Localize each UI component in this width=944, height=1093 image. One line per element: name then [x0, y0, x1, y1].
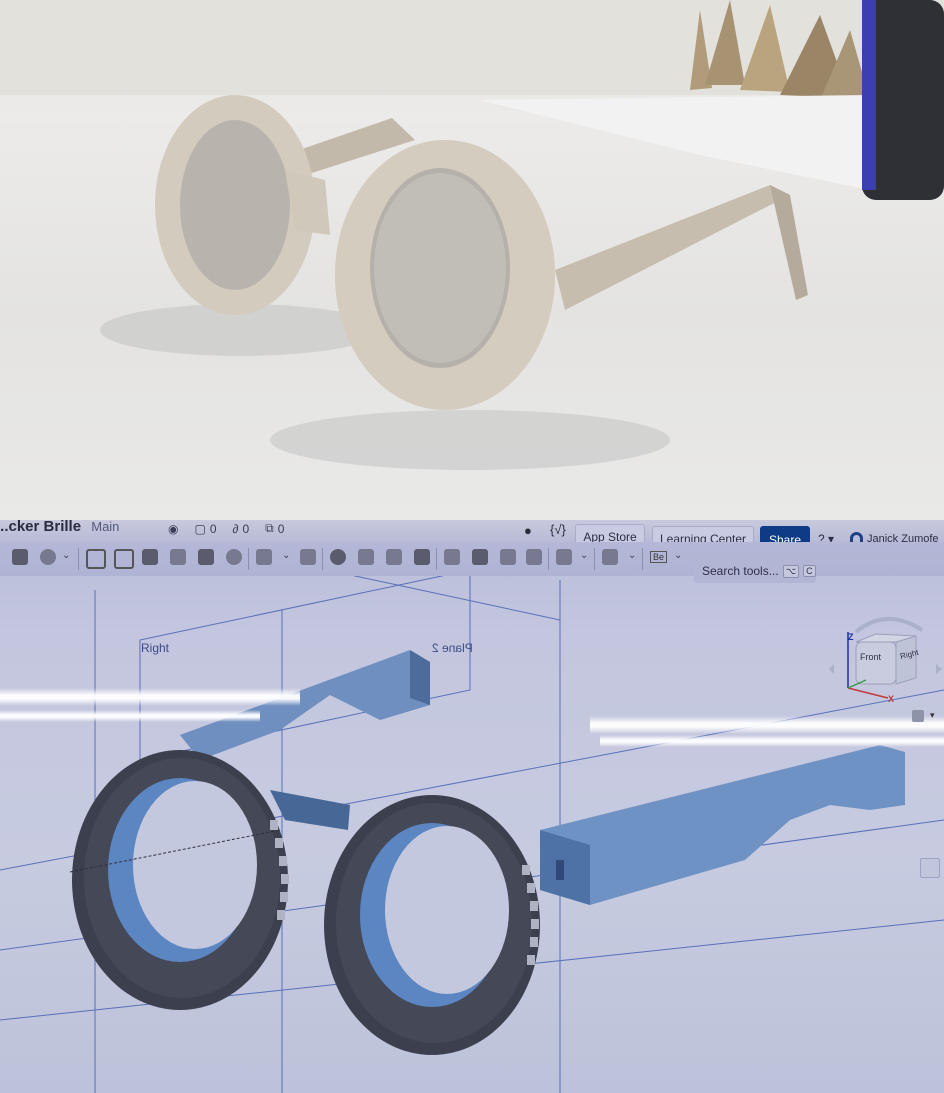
frame-tool-icon[interactable]	[602, 549, 618, 565]
counter-links[interactable]: ∂ 0	[233, 521, 250, 536]
shell-tool-icon[interactable]	[300, 549, 316, 565]
plane-label-right: Right	[141, 641, 170, 655]
plane-label-plane-2: Plane 2	[432, 641, 473, 655]
toolbar-divider	[248, 548, 249, 570]
mirror-tool-icon[interactable]	[472, 549, 488, 565]
arrow-left-icon[interactable]	[829, 664, 834, 674]
fillet-tool-icon[interactable]	[256, 549, 272, 565]
chevron-down-icon[interactable]: ⌄	[674, 550, 682, 561]
boolean-tool-icon[interactable]	[330, 549, 346, 565]
axis-x-label: X	[888, 694, 895, 704]
counter-value: 0	[242, 521, 250, 536]
left-rim-model	[69, 750, 288, 1010]
document-title-text: ...cker Brille	[0, 520, 82, 535]
photo-cardboard-glasses	[0, 0, 944, 520]
counter-eye[interactable]: ◉	[168, 521, 178, 536]
axis-z-label: Z	[848, 632, 854, 642]
sweep-tool-icon[interactable]	[142, 549, 158, 565]
document-counters: ◉ ▢ 0 ∂ 0 ⧉ 0	[168, 521, 284, 536]
chevron-down-icon[interactable]: ⌄	[580, 550, 588, 561]
transform-tool-icon[interactable]	[386, 549, 402, 565]
chevron-down-icon[interactable]: ⌄	[282, 550, 290, 561]
near-temple-model	[540, 745, 905, 905]
part-studio-tool-icon[interactable]	[40, 549, 56, 565]
thicken-tool-icon[interactable]	[198, 549, 214, 565]
eye-icon: ◉	[168, 521, 179, 536]
cad-viewport[interactable]	[0, 520, 944, 1093]
variables-button[interactable]: {√}	[550, 522, 566, 537]
revolve-tool-icon[interactable]	[114, 549, 134, 569]
pattern-tool-icon[interactable]	[444, 549, 460, 565]
rotate-arrow-icon[interactable]	[854, 617, 924, 634]
toolbar-divider	[642, 548, 643, 570]
screen-glare	[590, 716, 944, 734]
blue-container	[862, 0, 944, 200]
copy-icon: ⧉	[265, 521, 274, 535]
sheet-metal-tool-icon[interactable]	[556, 549, 572, 565]
shortcut-key: C	[803, 565, 816, 577]
be-app-icon[interactable]: Be	[650, 551, 668, 563]
right-rim-model	[324, 795, 540, 1055]
toolbar-divider	[322, 548, 323, 570]
chevron-down-icon[interactable]: ⌄	[628, 550, 636, 561]
photo-scene	[0, 0, 944, 470]
enclose-tool-icon[interactable]	[226, 549, 242, 565]
counter-value: 0	[277, 521, 285, 536]
delete-part-tool-icon[interactable]	[414, 549, 430, 565]
counter-copies[interactable]: ⧉ 0	[265, 521, 284, 536]
toolbar-divider	[78, 548, 79, 570]
screen-glare	[0, 710, 260, 722]
speech-bubble-icon[interactable]: ●	[524, 523, 532, 538]
screen-glare	[0, 688, 300, 706]
document-header: ...cker Brille Main ◉ ▢ 0 ∂ 0 ⧉ 0 ● {√} App…	[0, 520, 944, 553]
search-tools-placeholder: Search tools...	[702, 564, 779, 578]
plane-tool-icon[interactable]	[526, 549, 542, 565]
view-cube-graphic	[829, 617, 942, 699]
near-temple	[555, 185, 808, 310]
counter-value: 0	[209, 521, 217, 536]
shortcut-key: ⌥	[782, 564, 800, 578]
display-mode-icon[interactable]	[912, 710, 924, 722]
cube-face-front[interactable]: Front	[860, 652, 881, 662]
arrow-right-icon[interactable]	[936, 664, 942, 674]
link-icon: ∂	[232, 521, 239, 536]
comment-box-icon: ▢	[194, 521, 206, 536]
side-panel-toggle-icon[interactable]	[920, 858, 940, 878]
import-tool-icon[interactable]	[500, 549, 516, 565]
sketch-tool-icon[interactable]	[12, 549, 28, 565]
toolbar-divider	[436, 548, 437, 570]
view-cube[interactable]: Z X Front Right	[826, 602, 944, 712]
cad-screen: Right Plane 2 ...cker Brille Main ◉ ▢ 0 ∂…	[0, 520, 944, 1093]
counter-comments[interactable]: ▢ 0	[194, 521, 216, 536]
document-title[interactable]: ...cker Brille Main	[0, 520, 119, 535]
paper-sheet	[480, 95, 870, 190]
shadow	[270, 410, 670, 470]
toolbar-divider	[548, 548, 549, 570]
loft-tool-icon[interactable]	[170, 549, 186, 565]
branch-label[interactable]: Main	[91, 520, 119, 534]
chevron-down-icon[interactable]: ▾	[930, 710, 935, 721]
split-tool-icon[interactable]	[358, 549, 374, 565]
search-tools-input[interactable]: Search tools... ⌥ C	[694, 559, 816, 583]
screen-glare	[600, 735, 944, 747]
chevron-down-icon[interactable]: ⌄	[62, 550, 70, 561]
toolbar-divider	[594, 548, 595, 570]
extrude-tool-icon[interactable]	[86, 549, 106, 569]
right-lens-frame	[335, 140, 555, 410]
